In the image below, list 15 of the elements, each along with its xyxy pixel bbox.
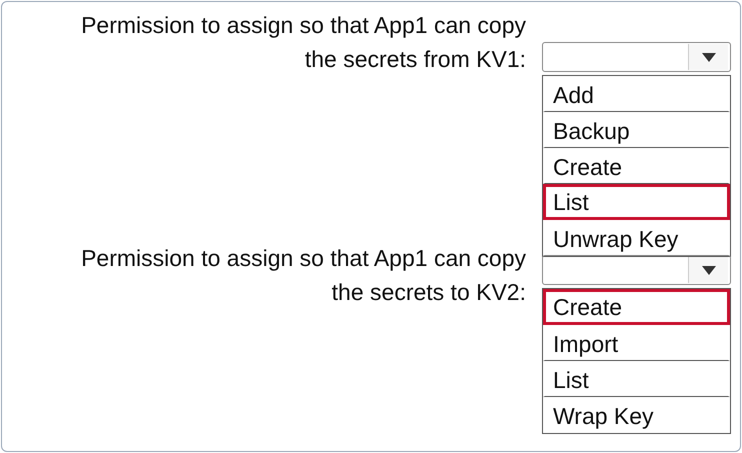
dropdown[interactable] xyxy=(542,42,731,72)
dropdown-option[interactable]: Import xyxy=(543,325,730,361)
dropdown-option[interactable]: Create xyxy=(543,289,730,325)
question-label: Permission to assign so that App1 can copy the secrets to KV2: xyxy=(80,244,527,307)
dropdown-option[interactable]: List xyxy=(543,184,730,220)
dropdown-option[interactable]: List xyxy=(543,361,730,397)
dropdown-option[interactable]: Wrap Key xyxy=(543,397,730,433)
dropdown-arrow-icon xyxy=(702,266,716,274)
dropdown[interactable] xyxy=(542,255,731,285)
dropdown-option[interactable]: Backup xyxy=(543,112,730,148)
question-label: Permission to assign so that App1 can copy the secrets from KV1: xyxy=(80,11,527,74)
dropdown-arrow-icon xyxy=(702,52,716,62)
dropdown-option[interactable]: Create xyxy=(543,148,730,184)
dropdown-option[interactable]: Unwrap Key xyxy=(543,220,730,256)
dropdown-option[interactable]: Add xyxy=(543,76,730,112)
